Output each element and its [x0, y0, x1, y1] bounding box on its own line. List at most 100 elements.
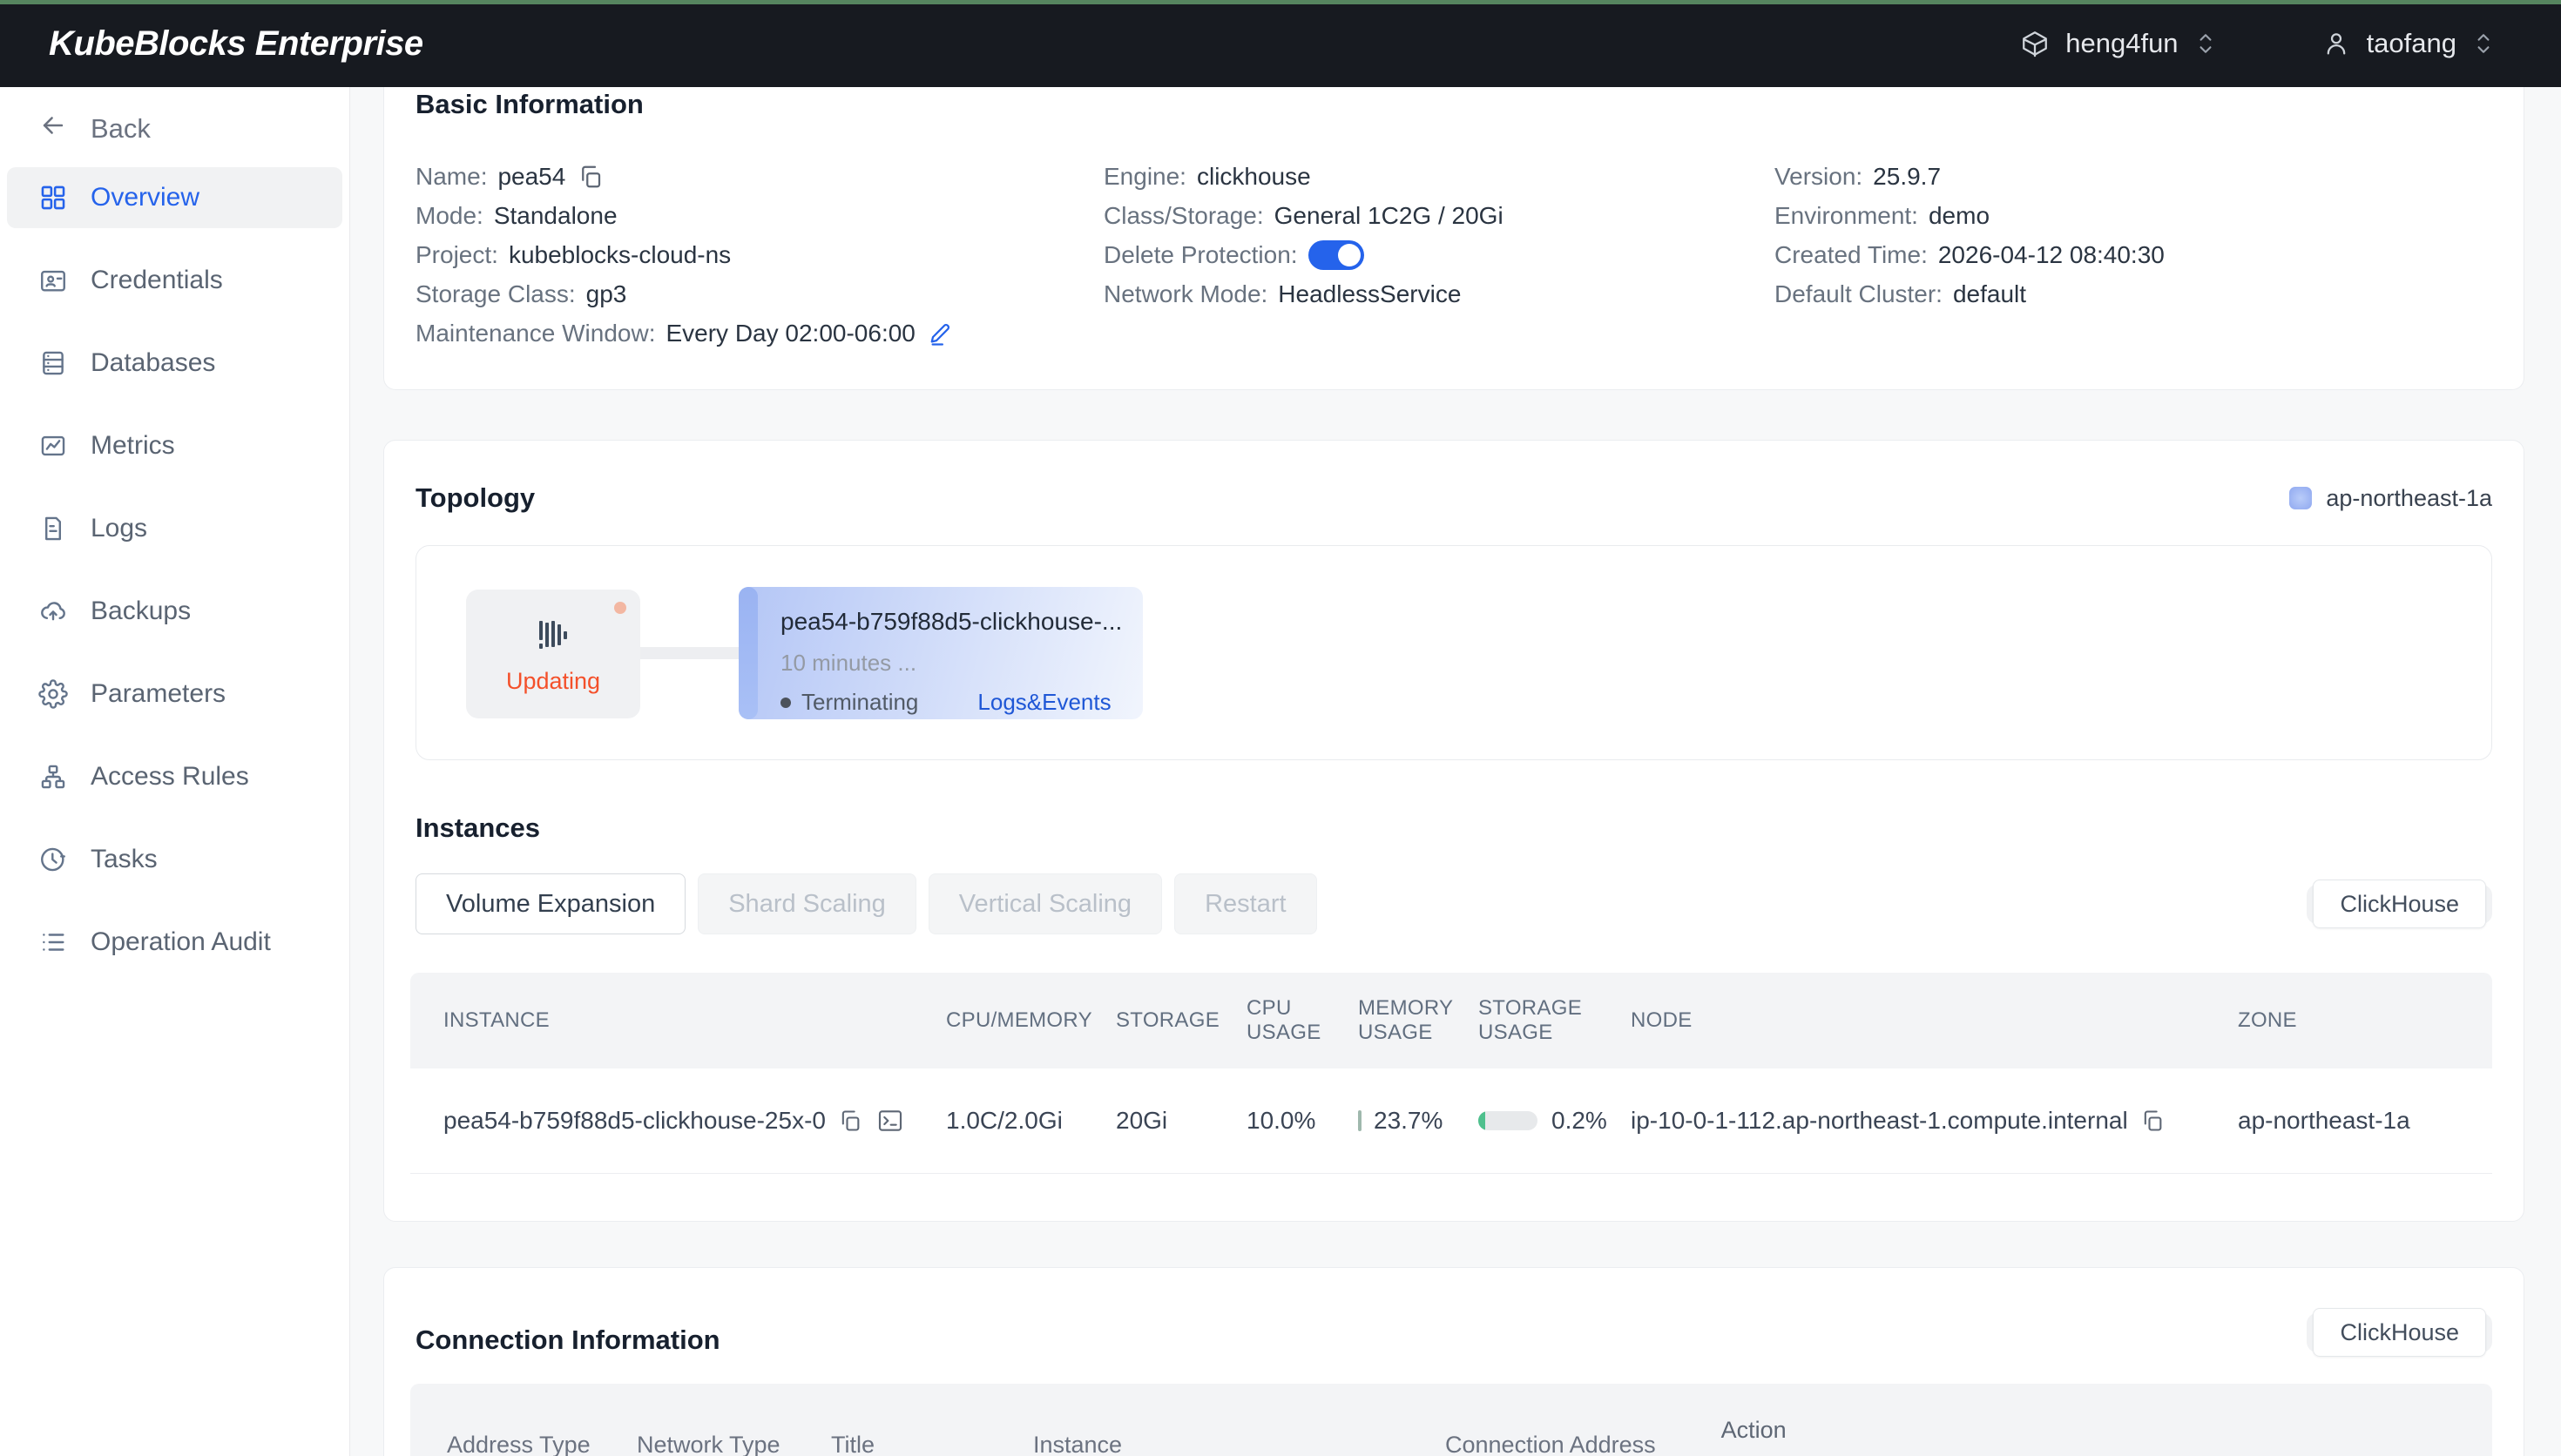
- sidebar-item-access-rules[interactable]: Access Rules: [7, 746, 342, 807]
- field-created-time: Created Time: 2026-04-12 08:40:30: [1774, 242, 2492, 268]
- col-cpu-memory: CPU/MEMORY: [946, 1008, 1116, 1033]
- pod-card[interactable]: pea54-b759f88d5-clickhouse-... 10 minute…: [739, 587, 1143, 719]
- delete-protection-toggle[interactable]: [1308, 240, 1364, 270]
- sidebar-item-backups[interactable]: Backups: [7, 581, 342, 642]
- engine-node[interactable]: Updating: [466, 590, 640, 718]
- field-storage-class: Storage Class: gp3: [416, 281, 1104, 307]
- vertical-scaling-button[interactable]: Vertical Scaling: [929, 873, 1162, 934]
- org-cube-icon: [2020, 29, 2050, 58]
- field-class-storage: Class/Storage: General 1C2G / 20Gi: [1104, 203, 1774, 229]
- sidebar: Back Overview Credentials Databases Metr…: [0, 87, 350, 1456]
- basic-information-grid: Name: pea54 Mode: Standalone Project: ku…: [416, 164, 2492, 347]
- pod-age: 10 minutes ...: [780, 650, 1143, 677]
- sidebar-item-label: Overview: [91, 183, 199, 212]
- zone-legend-label: ap-northeast-1a: [2326, 485, 2492, 512]
- logs-events-link[interactable]: Logs&Events: [977, 689, 1111, 716]
- field-version: Version: 25.9.7: [1774, 164, 2492, 190]
- tab-clickhouse[interactable]: ClickHouse: [2313, 1308, 2486, 1357]
- user-icon: [2321, 29, 2351, 58]
- topology-title: Topology: [416, 482, 535, 514]
- sidebar-item-label: Parameters: [91, 679, 226, 709]
- user-menu[interactable]: taofang: [2321, 28, 2495, 59]
- storage-usage-cell: 0.2%: [1478, 1107, 1631, 1135]
- database-icon: [38, 348, 68, 378]
- cpu-memory-cell: 1.0C/2.0Gi: [946, 1107, 1116, 1135]
- pod-status-label: Terminating: [801, 689, 918, 716]
- field-engine: Engine: clickhouse: [1104, 164, 1774, 190]
- topology-canvas: Updating pea54-b759f88d5-clickhouse-... …: [416, 545, 2492, 760]
- node-cell: ip-10-0-1-112.ap-northeast-1.compute.int…: [1631, 1107, 2238, 1135]
- basic-information-card: Basic Information Name: pea54 Mode: Stan…: [383, 87, 2524, 390]
- col-instance: INSTANCE: [410, 1008, 946, 1033]
- sidebar-item-logs[interactable]: Logs: [7, 498, 342, 559]
- sitemap-icon: [38, 762, 68, 792]
- pod-name: pea54-b759f88d5-clickhouse-...: [780, 608, 1143, 636]
- col-memory-usage: MEMORY USAGE: [1358, 996, 1478, 1045]
- back-label: Back: [91, 113, 151, 145]
- document-icon: [38, 514, 68, 543]
- engine-tab-group: ClickHouse: [2307, 1313, 2492, 1352]
- sidebar-item-credentials[interactable]: Credentials: [7, 250, 342, 311]
- topology-instances-card: Topology ap-northeast-1a: [383, 440, 2524, 1222]
- connection-information-card: Connection Information ClickHouse Addres…: [383, 1267, 2524, 1456]
- engine-tab-group: ClickHouse: [2307, 885, 2492, 924]
- id-card-icon: [38, 266, 68, 295]
- instance-name: pea54-b759f88d5-clickhouse-25x-0: [443, 1107, 826, 1135]
- instance-cell: pea54-b759f88d5-clickhouse-25x-0: [410, 1107, 946, 1135]
- back-arrow-icon: [38, 111, 68, 147]
- grid-icon: [38, 183, 68, 212]
- instances-actions: Volume Expansion Shard Scaling Vertical …: [416, 873, 2492, 934]
- node-name: ip-10-0-1-112.ap-northeast-1.compute.int…: [1631, 1107, 2128, 1135]
- sidebar-item-parameters[interactable]: Parameters: [7, 664, 342, 725]
- back-button[interactable]: Back: [0, 104, 349, 153]
- sidebar-item-overview[interactable]: Overview: [7, 167, 342, 228]
- sidebar-item-databases[interactable]: Databases: [7, 333, 342, 394]
- col-storage: STORAGE: [1116, 1008, 1247, 1033]
- pod-status-dot: [780, 698, 791, 708]
- instances-table: INSTANCE CPU/MEMORY STORAGE CPU USAGE ME…: [410, 973, 2492, 1174]
- restart-button[interactable]: Restart: [1174, 873, 1316, 934]
- copy-icon[interactable]: [838, 1109, 862, 1133]
- copy-icon[interactable]: [2140, 1109, 2165, 1133]
- cpu-usage-cell: 10.0%: [1247, 1107, 1358, 1135]
- sidebar-item-label: Metrics: [91, 431, 175, 461]
- col-storage-usage: STORAGE USAGE: [1478, 996, 1631, 1045]
- app-root: KubeBlocks Enterprise heng4fun taofang: [0, 0, 2561, 1456]
- tab-clickhouse[interactable]: ClickHouse: [2313, 880, 2486, 928]
- zone-cell: ap-northeast-1a: [2238, 1107, 2492, 1135]
- terminal-icon[interactable]: [876, 1107, 904, 1135]
- topbar: KubeBlocks Enterprise heng4fun taofang: [0, 0, 2561, 87]
- sidebar-item-operation-audit[interactable]: Operation Audit: [7, 912, 342, 973]
- gear-icon: [38, 679, 68, 709]
- field-environment: Environment: demo: [1774, 203, 2492, 229]
- clickhouse-logo-icon: [532, 614, 574, 656]
- shard-scaling-button[interactable]: Shard Scaling: [698, 873, 916, 934]
- col-address-type: Address Type: [410, 1432, 637, 1456]
- memory-usage-bar: [1358, 1110, 1362, 1131]
- sidebar-item-label: Access Rules: [91, 762, 249, 792]
- basic-information-title: Basic Information: [416, 87, 2492, 120]
- field-mode: Mode: Standalone: [416, 203, 1104, 229]
- sidebar-item-label: Tasks: [91, 845, 158, 874]
- edit-icon[interactable]: [928, 320, 954, 347]
- sidebar-nav: Overview Credentials Databases Metrics L…: [0, 167, 349, 973]
- chart-icon: [38, 431, 68, 461]
- connection-table-header: Address Type Network Type Title Instance…: [410, 1384, 2492, 1456]
- sidebar-item-tasks[interactable]: Tasks: [7, 829, 342, 890]
- col-connection-address: Connection Address: [1445, 1432, 1656, 1456]
- instances-table-header: INSTANCE CPU/MEMORY STORAGE CPU USAGE ME…: [410, 973, 2492, 1068]
- sidebar-item-metrics[interactable]: Metrics: [7, 415, 342, 476]
- copy-icon[interactable]: [578, 164, 604, 190]
- instances-title: Instances: [416, 812, 2492, 844]
- field-name: Name: pea54: [416, 164, 1104, 190]
- connection-information-title: Connection Information: [416, 1325, 720, 1356]
- main-content: Basic Information Name: pea54 Mode: Stan…: [350, 87, 2561, 1456]
- col-instance: Instance: [1033, 1432, 1445, 1456]
- col-title: Title: [831, 1432, 1033, 1456]
- user-name: taofang: [2367, 28, 2456, 59]
- brand-logo: KubeBlocks Enterprise: [49, 24, 423, 64]
- org-switcher[interactable]: heng4fun: [2020, 28, 2216, 59]
- connection-table: Address Type Network Type Title Instance…: [410, 1384, 2492, 1456]
- volume-expansion-button[interactable]: Volume Expansion: [416, 873, 686, 934]
- sidebar-item-label: Operation Audit: [91, 927, 271, 957]
